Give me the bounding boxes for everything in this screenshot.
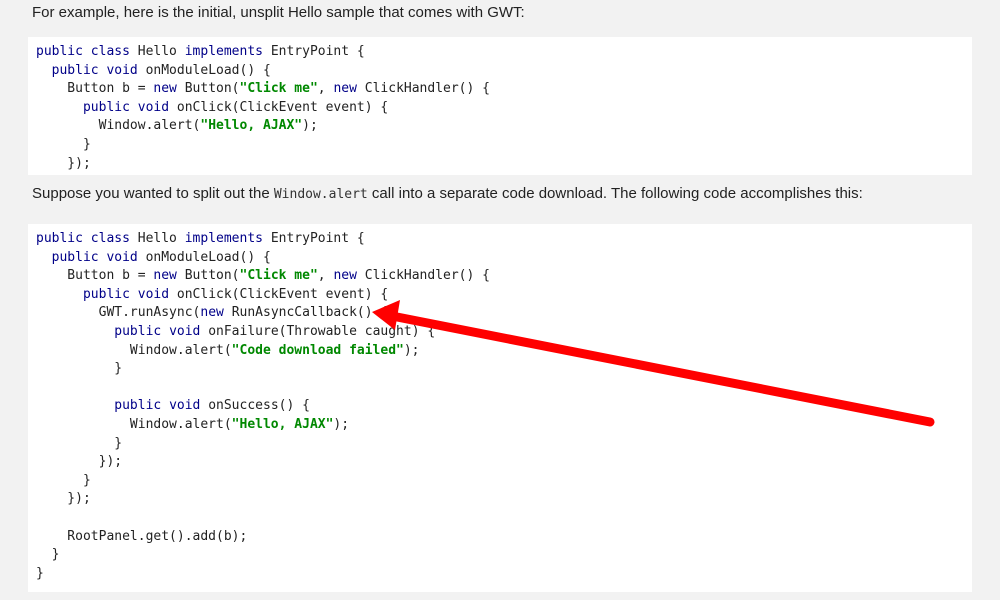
code-token: } bbox=[36, 472, 91, 488]
code-line: } bbox=[36, 136, 972, 155]
code-line: public void onModuleLoad() { bbox=[36, 62, 972, 81]
code-token: Window.alert( bbox=[36, 118, 201, 134]
code-line: public void onSuccess() { bbox=[36, 397, 972, 416]
middle-inline-code: Window.alert bbox=[273, 187, 368, 202]
code-token: }); bbox=[36, 491, 91, 507]
code-line: GWT.runAsync(new RunAsyncCallback() { bbox=[36, 304, 972, 323]
code-token: } bbox=[36, 136, 91, 152]
code-line: } bbox=[36, 435, 972, 454]
code-token: ClickHandler() { bbox=[364, 268, 490, 284]
code-token: } bbox=[36, 565, 44, 581]
code-token: Hello bbox=[137, 231, 185, 246]
code-token: onFailure(Throwable caught) { bbox=[208, 323, 436, 339]
code-line: }); bbox=[36, 490, 972, 509]
code-token: EntryPoint { bbox=[270, 231, 365, 246]
code-token: } bbox=[36, 435, 123, 451]
code-listing-split: public class Hello implements EntryPoint… bbox=[36, 230, 972, 583]
code-line: Button b = new Button("Click me", new Cl… bbox=[36, 80, 972, 99]
code-token: , bbox=[317, 268, 334, 284]
code-token: onModuleLoad() { bbox=[145, 249, 271, 265]
code-line: public void onModuleLoad() { bbox=[36, 249, 972, 268]
intro-text: For example, here is the initial, unspli… bbox=[32, 4, 525, 21]
code-line: public void onClick(ClickEvent event) { bbox=[36, 286, 972, 305]
code-listing-original: public class Hello implements EntryPoint… bbox=[36, 43, 972, 173]
code-keyword: public void bbox=[114, 398, 209, 414]
code-line: } bbox=[36, 360, 972, 379]
code-line: } bbox=[36, 565, 972, 584]
code-keyword: new bbox=[200, 305, 232, 321]
code-line: }); bbox=[36, 453, 972, 472]
code-token: onClick(ClickEvent event) { bbox=[176, 99, 389, 115]
code-string: "Click me" bbox=[239, 268, 318, 284]
code-line: } bbox=[36, 472, 972, 491]
code-string: "Code download failed" bbox=[231, 342, 404, 358]
code-line: } bbox=[36, 546, 972, 565]
code-token: Window.alert( bbox=[36, 342, 232, 358]
code-token: GWT.runAsync( bbox=[36, 305, 201, 321]
code-line: Button b = new Button("Click me", new Cl… bbox=[36, 267, 972, 286]
code-token: ); bbox=[333, 416, 350, 432]
code-token: RunAsyncCallback() { bbox=[231, 305, 389, 321]
code-keyword: new bbox=[333, 268, 365, 284]
code-token: }); bbox=[36, 454, 123, 470]
code-token: EntryPoint { bbox=[270, 44, 365, 59]
code-keyword: implements bbox=[184, 44, 271, 59]
code-line: RootPanel.get().add(b); bbox=[36, 528, 972, 547]
code-token: ClickHandler() { bbox=[364, 81, 490, 97]
code-line: public void onClick(ClickEvent event) { bbox=[36, 99, 972, 118]
code-block-split: public class Hello implements EntryPoint… bbox=[28, 224, 972, 592]
code-keyword: public void bbox=[114, 323, 209, 339]
code-line: public class Hello implements EntryPoint… bbox=[36, 43, 972, 62]
code-keyword: public void bbox=[82, 99, 177, 115]
code-keyword: new bbox=[333, 81, 365, 97]
code-keyword: public class bbox=[36, 44, 138, 59]
code-token: }); bbox=[36, 155, 91, 171]
code-token: ); bbox=[403, 342, 420, 358]
code-keyword: public void bbox=[82, 286, 177, 302]
code-token: Button( bbox=[184, 81, 240, 97]
code-keyword: new bbox=[153, 268, 185, 284]
code-token: } bbox=[36, 361, 123, 377]
code-token: Button( bbox=[184, 268, 240, 284]
code-token: , bbox=[317, 81, 334, 97]
code-keyword: public void bbox=[51, 249, 146, 265]
code-line: Window.alert("Code download failed"); bbox=[36, 342, 972, 361]
code-keyword: public void bbox=[51, 62, 146, 78]
middle-text-before: Suppose you wanted to split out the bbox=[32, 185, 274, 202]
code-keyword: new bbox=[153, 81, 185, 97]
code-token: Button b = bbox=[36, 268, 154, 284]
code-string: "Hello, AJAX" bbox=[231, 416, 334, 432]
code-line: Window.alert("Hello, AJAX"); bbox=[36, 416, 972, 435]
code-block-original: public class Hello implements EntryPoint… bbox=[28, 37, 972, 175]
code-token: Hello bbox=[137, 44, 185, 59]
code-line: Window.alert("Hello, AJAX"); bbox=[36, 117, 972, 136]
code-token: Button b = bbox=[36, 81, 154, 97]
intro-paragraph: For example, here is the initial, unspli… bbox=[32, 3, 525, 23]
code-string: "Click me" bbox=[239, 81, 318, 97]
code-string: "Hello, AJAX" bbox=[200, 118, 303, 134]
code-line: public class Hello implements EntryPoint… bbox=[36, 230, 972, 249]
code-keyword: implements bbox=[184, 231, 271, 246]
code-token: onClick(ClickEvent event) { bbox=[176, 286, 389, 302]
code-token: onModuleLoad() { bbox=[145, 62, 271, 78]
code-token: onSuccess() { bbox=[208, 398, 310, 414]
code-token: RootPanel.get().add(b); bbox=[36, 528, 248, 544]
code-token: ); bbox=[302, 118, 318, 134]
middle-paragraph: Suppose you wanted to split out the Wind… bbox=[32, 184, 863, 205]
middle-text-after: call into a separate code download. The … bbox=[367, 185, 863, 202]
code-line: public void onFailure(Throwable caught) … bbox=[36, 323, 972, 342]
code-token: Window.alert( bbox=[36, 416, 232, 432]
code-token: } bbox=[36, 547, 60, 563]
code-line: }); bbox=[36, 155, 972, 174]
code-keyword: public class bbox=[36, 231, 138, 246]
